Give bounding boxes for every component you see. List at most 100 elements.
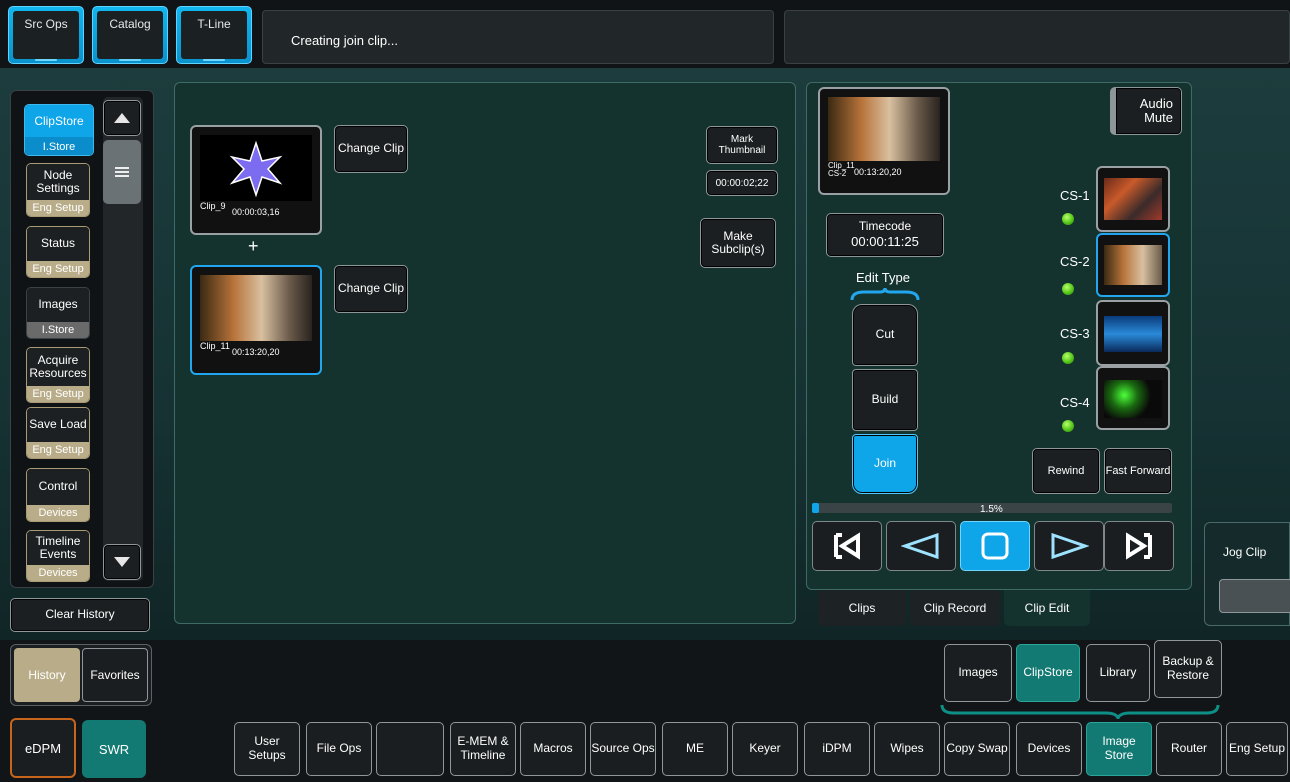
jog-clip-slider[interactable] (1219, 579, 1290, 613)
tab-clips[interactable]: Clips (818, 590, 906, 626)
clip-name: Clip_11 (200, 341, 230, 351)
scroll-thumb[interactable] (103, 140, 141, 204)
sidebar-item-clipstore[interactable]: ClipStore I.Store (24, 104, 94, 156)
edit-type-join-button[interactable]: Join (852, 434, 918, 494)
channel-thumbnail-cs1[interactable] (1096, 166, 1170, 232)
nav-image-store[interactable]: Image Store (1086, 722, 1152, 776)
timecode-value: 00:00:11:25 (851, 234, 919, 250)
fast-forward-button[interactable]: Fast Forward (1104, 448, 1172, 494)
preview-thumbnail: Clip_11 CS-2 00:13:20,20 (818, 87, 950, 195)
tab-label: Src Ops (24, 17, 68, 31)
play-icon (1051, 532, 1089, 560)
menu-lines-icon (35, 56, 57, 61)
nav-devices[interactable]: Devices (1016, 722, 1082, 776)
jog-clip-panel[interactable]: Jog Clip (1204, 522, 1290, 626)
nav-idpm[interactable]: iDPM (804, 722, 870, 776)
skip-start-icon (834, 532, 860, 560)
clip-timecode: 00:00:03,16 (232, 207, 280, 217)
sidebar-item-acquire-resources[interactable]: Acquire Resources Eng Setup (26, 347, 90, 403)
swr-mode-button[interactable]: SWR (82, 720, 146, 778)
clip-image (200, 135, 312, 201)
clip-image (200, 275, 312, 341)
clear-history-button[interactable]: Clear History (10, 598, 150, 632)
stop-button[interactable] (960, 521, 1030, 571)
sidebar-item-label: Node Settings (27, 164, 89, 200)
preview-channel: CS-2 (828, 169, 847, 178)
change-clip-button-1[interactable]: Change Clip (334, 125, 408, 173)
clip-thumbnail-2[interactable]: Clip_11 00:13:20,20 (190, 265, 322, 375)
sidebar-item-sub: Devices (27, 565, 89, 581)
edit-type-build-button[interactable]: Build (852, 369, 918, 431)
sidebar-item-label: Acquire Resources (27, 348, 89, 386)
tab-clip-record[interactable]: Clip Record (910, 590, 1000, 626)
nav-me[interactable]: ME (662, 722, 728, 776)
sidebar-item-images[interactable]: Images I.Store (26, 287, 90, 339)
scroll-up-button[interactable] (103, 100, 141, 136)
preview-timecode: 00:13:20,20 (854, 167, 902, 177)
nav-copy-swap[interactable]: Copy Swap (944, 722, 1010, 776)
submenu-images[interactable]: Images (944, 644, 1012, 702)
favorites-button[interactable]: Favorites (82, 648, 148, 702)
submenu-library[interactable]: Library (1086, 644, 1150, 702)
brace-icon (850, 288, 920, 301)
rewind-button[interactable]: Rewind (1032, 448, 1100, 494)
timecode-display[interactable]: Timecode 00:00:11:25 (826, 213, 944, 257)
nav-blank[interactable] (376, 722, 444, 776)
sidebar-item-save-load[interactable]: Save Load Eng Setup (26, 407, 90, 459)
sidebar-item-label: Images (27, 288, 89, 322)
history-button[interactable]: History (14, 648, 80, 702)
nav-emem-timeline[interactable]: E-MEM & Timeline (450, 722, 516, 776)
play-forward-button[interactable] (1034, 521, 1104, 571)
channel-thumbnail-cs4[interactable] (1096, 366, 1170, 430)
nav-macros[interactable]: Macros (520, 722, 586, 776)
channel-status-indicator (1062, 283, 1074, 295)
sidebar-item-node-settings[interactable]: Node Settings Eng Setup (26, 163, 90, 217)
sidebar-item-control[interactable]: Control Devices (26, 468, 90, 522)
channel-label-cs3: CS-3 (1060, 326, 1090, 341)
progress-text: 1.5% (980, 504, 1003, 515)
channel-thumbnail-cs2[interactable] (1096, 233, 1170, 297)
submenu-backup-restore[interactable]: Backup & Restore (1154, 640, 1222, 698)
nav-router[interactable]: Router (1156, 722, 1222, 776)
channel-label-cs4: CS-4 (1060, 395, 1090, 410)
channel-status-indicator (1062, 213, 1074, 225)
play-reverse-button[interactable] (886, 521, 956, 571)
channel-image (1104, 380, 1162, 418)
change-clip-button-2[interactable]: Change Clip (334, 265, 408, 313)
nav-keyer[interactable]: Keyer (732, 722, 798, 776)
nav-eng-setup[interactable]: Eng Setup (1226, 722, 1288, 776)
tab-clip-edit[interactable]: Clip Edit (1004, 590, 1090, 626)
nav-source-ops[interactable]: Source Ops (590, 722, 656, 776)
tab-catalog[interactable]: Catalog (92, 6, 168, 64)
make-subclips-button[interactable]: Make Subclip(s) (700, 218, 776, 268)
status-box-right (784, 10, 1290, 64)
channel-image (1104, 316, 1162, 352)
mark-thumbnail-button[interactable]: Mark Thumbnail (706, 126, 778, 164)
channel-label-cs1: CS-1 (1060, 188, 1090, 203)
progress-fill (812, 503, 820, 513)
go-to-start-button[interactable] (812, 521, 882, 571)
sidebar-item-status[interactable]: Status Eng Setup (26, 226, 90, 278)
channel-status-indicator (1062, 352, 1074, 364)
nav-wipes[interactable]: Wipes (874, 722, 940, 776)
clip-thumbnail-1[interactable]: Clip_9 00:00:03,16 (190, 125, 322, 235)
go-to-end-button[interactable] (1104, 521, 1174, 571)
edpm-mode-button[interactable]: eDPM (10, 718, 76, 778)
channel-thumbnail-cs3[interactable] (1096, 300, 1170, 366)
sidebar-item-label: ClipStore (25, 105, 93, 137)
tab-label: Catalog (109, 17, 151, 31)
scroll-down-button[interactable] (103, 544, 141, 580)
edit-type-cut-button[interactable]: Cut (852, 304, 918, 366)
channel-image (1104, 245, 1162, 285)
preview-image (828, 97, 940, 161)
submenu-clipstore[interactable]: ClipStore (1016, 644, 1080, 702)
nav-user-setups[interactable]: User Setups (234, 722, 300, 776)
star-icon (229, 140, 283, 198)
tab-src-ops[interactable]: Src Ops (8, 6, 84, 64)
sidebar-item-sub: I.Store (25, 137, 93, 155)
nav-file-ops[interactable]: File Ops (306, 722, 372, 776)
sidebar-item-timeline-events[interactable]: Timeline Events Devices (26, 530, 90, 582)
join-plus-sign: + (248, 236, 259, 256)
tab-t-line[interactable]: T-Line (176, 6, 252, 64)
audio-mute-button[interactable]: Audio Mute (1110, 87, 1182, 135)
